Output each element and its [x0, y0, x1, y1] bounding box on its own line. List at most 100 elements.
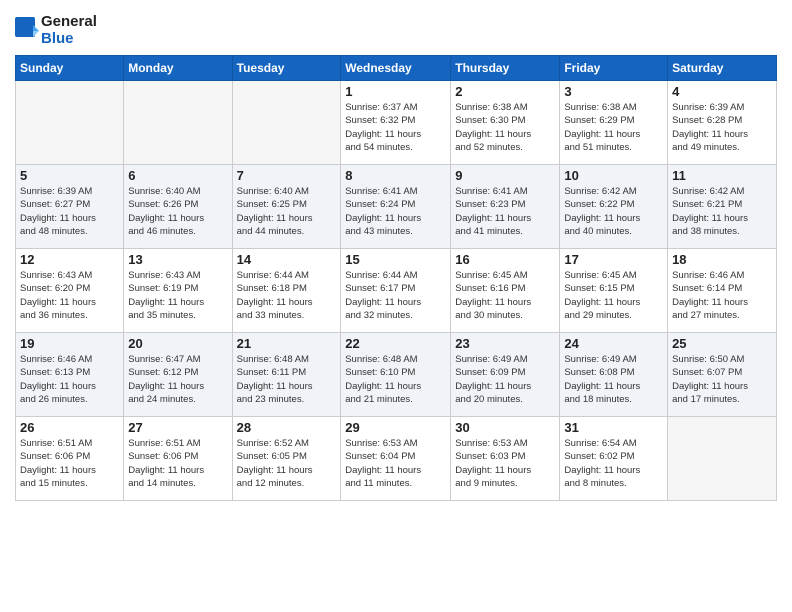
day-info: Sunrise: 6:40 AM Sunset: 6:25 PM Dayligh…: [237, 185, 337, 238]
day-number: 5: [20, 168, 119, 183]
day-info: Sunrise: 6:43 AM Sunset: 6:19 PM Dayligh…: [128, 269, 227, 322]
day-number: 27: [128, 420, 227, 435]
week-row-5: 26 Sunrise: 6:51 AM Sunset: 6:06 PM Dayli…: [16, 417, 777, 501]
day-info: Sunrise: 6:44 AM Sunset: 6:18 PM Dayligh…: [237, 269, 337, 322]
day-number: 18: [672, 252, 772, 267]
calendar-cell: 12Sunrise: 6:43 AM Sunset: 6:20 PM Dayli…: [16, 249, 124, 333]
weekday-header-tuesday: Tuesday: [232, 56, 341, 81]
day-number: 14: [237, 252, 337, 267]
calendar-cell: 4Sunrise: 6:39 AM Sunset: 6:28 PM Daylig…: [668, 81, 777, 165]
day-info: Sunrise: 6:43 AM Sunset: 6:20 PM Dayligh…: [20, 269, 119, 322]
calendar-cell: [232, 81, 341, 165]
day-info: Sunrise: 6:45 AM Sunset: 6:16 PM Dayligh…: [455, 269, 555, 322]
logo-icon: [15, 17, 39, 45]
day-info: Sunrise: 6:46 AM Sunset: 6:13 PM Dayligh…: [20, 353, 119, 406]
calendar-cell: 6 Sunrise: 6:40 AM Sunset: 6:26 PM Daylig…: [124, 165, 232, 249]
day-info: Sunrise: 6:45 AM Sunset: 6:15 PM Dayligh…: [564, 269, 663, 322]
day-info: Sunrise: 6:46 AM Sunset: 6:14 PM Dayligh…: [672, 269, 772, 322]
calendar-cell: 3 Sunrise: 6:38 AM Sunset: 6:29 PM Daylig…: [560, 81, 668, 165]
calendar-cell: [668, 417, 777, 501]
week-row-3: 12Sunrise: 6:43 AM Sunset: 6:20 PM Dayli…: [16, 249, 777, 333]
logo-text: General Blue: [41, 14, 97, 47]
day-number: 20: [128, 336, 227, 351]
calendar-cell: [124, 81, 232, 165]
day-number: 30: [455, 420, 555, 435]
day-number: 4: [672, 84, 772, 99]
weekday-header-wednesday: Wednesday: [341, 56, 451, 81]
calendar-cell: 27 Sunrise: 6:51 AM Sunset: 6:06 PM Dayli…: [124, 417, 232, 501]
day-info: Sunrise: 6:38 AM Sunset: 6:29 PM Dayligh…: [564, 101, 663, 154]
day-info: Sunrise: 6:53 AM Sunset: 6:03 PM Dayligh…: [455, 437, 555, 490]
day-number: 24: [564, 336, 663, 351]
calendar-cell: 5 Sunrise: 6:39 AM Sunset: 6:27 PM Daylig…: [16, 165, 124, 249]
calendar-cell: 25 Sunrise: 6:50 AM Sunset: 6:07 PM Dayli…: [668, 333, 777, 417]
day-number: 19: [20, 336, 119, 351]
week-row-4: 19 Sunrise: 6:46 AM Sunset: 6:13 PM Dayli…: [16, 333, 777, 417]
day-number: 23: [455, 336, 555, 351]
calendar-cell: 11Sunrise: 6:42 AM Sunset: 6:21 PM Dayli…: [668, 165, 777, 249]
day-info: Sunrise: 6:53 AM Sunset: 6:04 PM Dayligh…: [345, 437, 446, 490]
day-info: Sunrise: 6:48 AM Sunset: 6:11 PM Dayligh…: [237, 353, 337, 406]
day-number: 10: [564, 168, 663, 183]
day-info: Sunrise: 6:44 AM Sunset: 6:17 PM Dayligh…: [345, 269, 446, 322]
calendar-cell: 18 Sunrise: 6:46 AM Sunset: 6:14 PM Dayli…: [668, 249, 777, 333]
day-number: 29: [345, 420, 446, 435]
weekday-header-thursday: Thursday: [451, 56, 560, 81]
page: General Blue SundayMondayTuesdayWednesda…: [0, 0, 792, 612]
day-number: 22: [345, 336, 446, 351]
day-info: Sunrise: 6:37 AM Sunset: 6:32 PM Dayligh…: [345, 101, 446, 154]
weekday-header-sunday: Sunday: [16, 56, 124, 81]
day-info: Sunrise: 6:48 AM Sunset: 6:10 PM Dayligh…: [345, 353, 446, 406]
calendar-cell: 13Sunrise: 6:43 AM Sunset: 6:19 PM Dayli…: [124, 249, 232, 333]
day-info: Sunrise: 6:42 AM Sunset: 6:22 PM Dayligh…: [564, 185, 663, 238]
day-number: 31: [564, 420, 663, 435]
weekday-header-saturday: Saturday: [668, 56, 777, 81]
day-info: Sunrise: 6:38 AM Sunset: 6:30 PM Dayligh…: [455, 101, 555, 154]
header: General Blue: [15, 10, 777, 47]
day-number: 26: [20, 420, 119, 435]
weekday-header-friday: Friday: [560, 56, 668, 81]
day-info: Sunrise: 6:47 AM Sunset: 6:12 PM Dayligh…: [128, 353, 227, 406]
calendar-cell: 10 Sunrise: 6:42 AM Sunset: 6:22 PM Dayli…: [560, 165, 668, 249]
day-number: 15: [345, 252, 446, 267]
day-info: Sunrise: 6:52 AM Sunset: 6:05 PM Dayligh…: [237, 437, 337, 490]
day-number: 6: [128, 168, 227, 183]
day-number: 28: [237, 420, 337, 435]
day-number: 3: [564, 84, 663, 99]
calendar-cell: [16, 81, 124, 165]
calendar-cell: 9 Sunrise: 6:41 AM Sunset: 6:23 PM Daylig…: [451, 165, 560, 249]
day-number: 8: [345, 168, 446, 183]
calendar-cell: 17Sunrise: 6:45 AM Sunset: 6:15 PM Dayli…: [560, 249, 668, 333]
calendar-cell: 14 Sunrise: 6:44 AM Sunset: 6:18 PM Dayli…: [232, 249, 341, 333]
calendar-cell: 16 Sunrise: 6:45 AM Sunset: 6:16 PM Dayli…: [451, 249, 560, 333]
day-info: Sunrise: 6:51 AM Sunset: 6:06 PM Dayligh…: [128, 437, 227, 490]
day-info: Sunrise: 6:50 AM Sunset: 6:07 PM Dayligh…: [672, 353, 772, 406]
day-info: Sunrise: 6:41 AM Sunset: 6:24 PM Dayligh…: [345, 185, 446, 238]
day-number: 9: [455, 168, 555, 183]
logo: General Blue: [15, 14, 97, 47]
day-info: Sunrise: 6:51 AM Sunset: 6:06 PM Dayligh…: [20, 437, 119, 490]
calendar-cell: 20 Sunrise: 6:47 AM Sunset: 6:12 PM Dayli…: [124, 333, 232, 417]
calendar-cell: 23Sunrise: 6:49 AM Sunset: 6:09 PM Dayli…: [451, 333, 560, 417]
week-row-2: 5 Sunrise: 6:39 AM Sunset: 6:27 PM Daylig…: [16, 165, 777, 249]
calendar: SundayMondayTuesdayWednesdayThursdayFrid…: [15, 55, 777, 501]
calendar-cell: 2Sunrise: 6:38 AM Sunset: 6:30 PM Daylig…: [451, 81, 560, 165]
calendar-cell: 15 Sunrise: 6:44 AM Sunset: 6:17 PM Dayli…: [341, 249, 451, 333]
calendar-cell: 21 Sunrise: 6:48 AM Sunset: 6:11 PM Dayli…: [232, 333, 341, 417]
weekday-header-monday: Monday: [124, 56, 232, 81]
day-number: 7: [237, 168, 337, 183]
day-number: 21: [237, 336, 337, 351]
day-number: 16: [455, 252, 555, 267]
calendar-cell: 8 Sunrise: 6:41 AM Sunset: 6:24 PM Daylig…: [341, 165, 451, 249]
calendar-cell: 31 Sunrise: 6:54 AM Sunset: 6:02 PM Dayli…: [560, 417, 668, 501]
week-row-1: 1Sunrise: 6:37 AM Sunset: 6:32 PM Daylig…: [16, 81, 777, 165]
day-info: Sunrise: 6:54 AM Sunset: 6:02 PM Dayligh…: [564, 437, 663, 490]
calendar-cell: 26 Sunrise: 6:51 AM Sunset: 6:06 PM Dayli…: [16, 417, 124, 501]
day-info: Sunrise: 6:41 AM Sunset: 6:23 PM Dayligh…: [455, 185, 555, 238]
day-number: 25: [672, 336, 772, 351]
day-info: Sunrise: 6:39 AM Sunset: 6:27 PM Dayligh…: [20, 185, 119, 238]
calendar-cell: 7 Sunrise: 6:40 AM Sunset: 6:25 PM Daylig…: [232, 165, 341, 249]
day-info: Sunrise: 6:49 AM Sunset: 6:08 PM Dayligh…: [564, 353, 663, 406]
weekday-header-row: SundayMondayTuesdayWednesdayThursdayFrid…: [16, 56, 777, 81]
day-info: Sunrise: 6:40 AM Sunset: 6:26 PM Dayligh…: [128, 185, 227, 238]
